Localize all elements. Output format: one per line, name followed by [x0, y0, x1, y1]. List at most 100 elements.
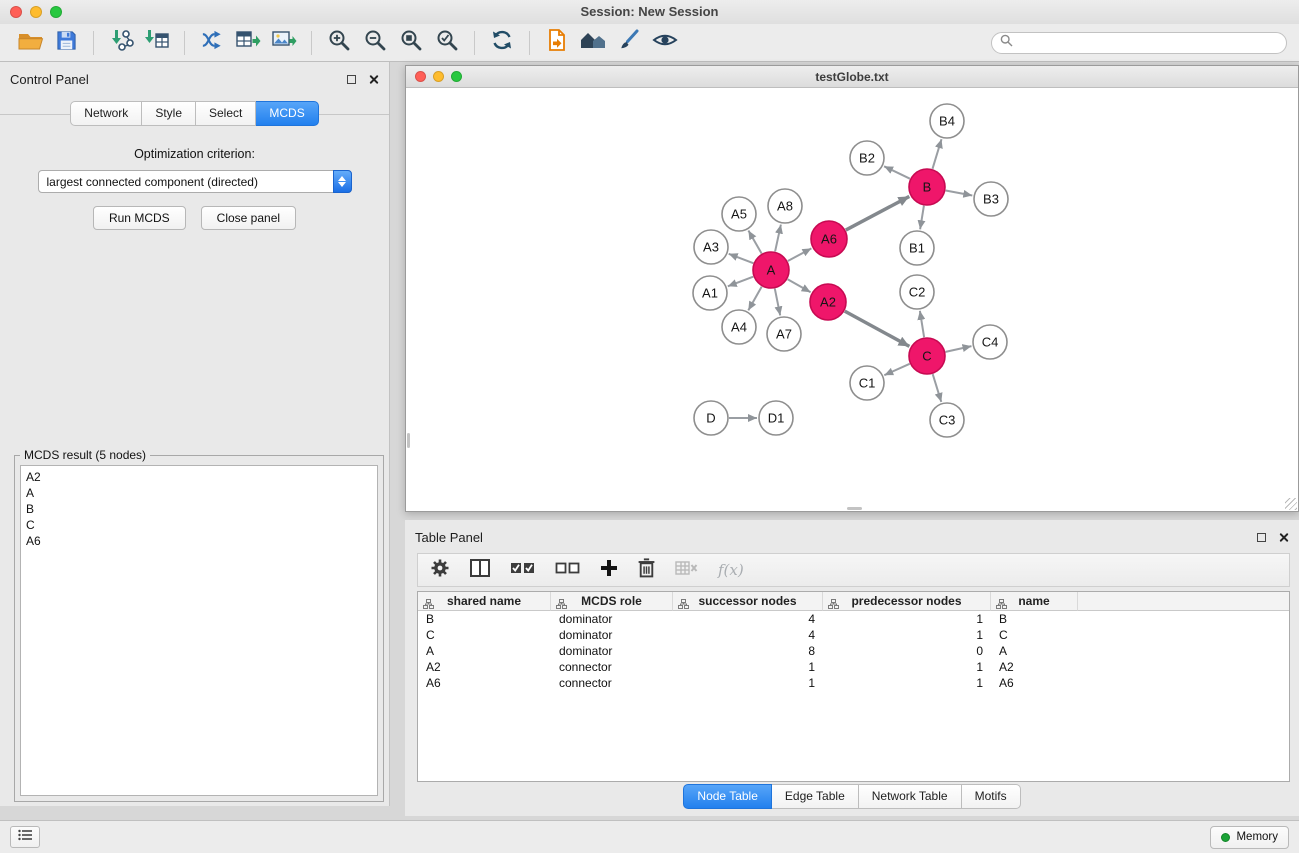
graph-node-B1[interactable]: B1	[900, 231, 934, 265]
graph-node-A7[interactable]: A7	[767, 317, 801, 351]
graph-edge-A-A8[interactable]	[775, 225, 781, 252]
table-cell[interactable]: A2	[991, 659, 1078, 675]
table-row-C[interactable]: Cdominator41C	[418, 627, 1289, 643]
table-cell[interactable]: C	[991, 627, 1078, 643]
graph-edge-A6-B[interactable]	[846, 196, 910, 230]
graph-node-C4[interactable]: C4	[973, 325, 1007, 359]
apply-layout-button[interactable]	[484, 28, 520, 58]
table-cell[interactable]: A	[991, 643, 1078, 659]
network-canvas[interactable]: B4B2BB3A8A5A6A3B1AA1C2A2A4A7C4CC1C3DD1	[406, 88, 1298, 511]
open-file-button[interactable]	[12, 28, 48, 58]
table-row-A2[interactable]: A2connector11A2	[418, 659, 1289, 675]
graph-edge-A2-C[interactable]	[845, 311, 910, 346]
graph-edge-C-C1[interactable]	[884, 364, 909, 375]
float-panel-icon[interactable]	[347, 75, 356, 84]
graph-edge-C-C3[interactable]	[933, 374, 942, 402]
column-header-successor-nodes[interactable]: successor nodes	[673, 592, 823, 611]
tab-mcds[interactable]: MCDS	[256, 101, 318, 126]
task-history-button[interactable]	[10, 826, 40, 848]
table-tab-motifs[interactable]: Motifs	[962, 784, 1021, 809]
graph-node-C1[interactable]: C1	[850, 366, 884, 400]
show-hide-button[interactable]	[647, 28, 683, 58]
tab-select[interactable]: Select	[196, 101, 256, 126]
memory-button[interactable]: Memory	[1210, 826, 1289, 849]
zoom-in-button[interactable]	[321, 28, 357, 58]
table-cell[interactable]: 4	[673, 611, 823, 627]
graph-edge-B-B2[interactable]	[884, 166, 910, 178]
graph-node-A3[interactable]: A3	[694, 230, 728, 264]
graph-node-B2[interactable]: B2	[850, 141, 884, 175]
zoom-selected-button[interactable]	[429, 28, 465, 58]
table-cell[interactable]: 8	[673, 643, 823, 659]
search-field[interactable]	[991, 32, 1287, 54]
graph-edge-A-A1[interactable]	[728, 277, 753, 287]
network-close-button[interactable]	[415, 71, 426, 82]
graph-node-C3[interactable]: C3	[930, 403, 964, 437]
table-cell[interactable]: 1	[823, 659, 991, 675]
tab-network[interactable]: Network	[70, 101, 142, 126]
table-cell[interactable]: connector	[551, 675, 673, 691]
mcds-result-list[interactable]: A2ABCA6	[20, 465, 378, 796]
export-network-button[interactable]	[194, 28, 230, 58]
export-image-button[interactable]	[266, 28, 302, 58]
table-row-A[interactable]: Adominator80A	[418, 643, 1289, 659]
graph-edge-C-C2[interactable]	[920, 311, 924, 337]
network-zoom-button[interactable]	[451, 71, 462, 82]
open-session-from-file-button[interactable]	[539, 28, 575, 58]
graph-edge-B-B4[interactable]	[933, 139, 942, 169]
table-row-A6[interactable]: A6connector11A6	[418, 675, 1289, 691]
table-cell[interactable]: 1	[823, 675, 991, 691]
graph-node-A4[interactable]: A4	[722, 310, 756, 344]
select-all-button[interactable]	[510, 560, 535, 581]
table-row-B[interactable]: Bdominator41B	[418, 611, 1289, 627]
column-header-shared-name[interactable]: shared name	[418, 592, 551, 611]
zoom-window-button[interactable]	[50, 6, 62, 18]
network-minimize-button[interactable]	[433, 71, 444, 82]
table-cell[interactable]: B	[418, 611, 551, 627]
table-cell[interactable]: 1	[673, 659, 823, 675]
graph-node-C2[interactable]: C2	[900, 275, 934, 309]
graph-edge-C-C4[interactable]	[946, 346, 972, 352]
export-table-button[interactable]	[230, 28, 266, 58]
delete-column-button[interactable]	[638, 558, 655, 583]
graph-edge-A-A7[interactable]	[775, 289, 780, 316]
table-cell[interactable]: dominator	[551, 611, 673, 627]
graph-node-B4[interactable]: B4	[930, 104, 964, 138]
table-cell[interactable]: 1	[823, 611, 991, 627]
table-cell[interactable]: A2	[418, 659, 551, 675]
column-header-predecessor-nodes[interactable]: predecessor nodes	[823, 592, 991, 611]
table-options-button[interactable]	[430, 558, 450, 583]
close-window-button[interactable]	[10, 6, 22, 18]
optimization-criterion-dropdown[interactable]: largest connected component (directed)	[38, 170, 352, 193]
graph-node-A6[interactable]: A6	[811, 221, 847, 257]
tab-style[interactable]: Style	[142, 101, 196, 126]
graph-node-A[interactable]: A	[753, 252, 789, 288]
graph-node-A5[interactable]: A5	[722, 197, 756, 231]
close-panel-button[interactable]: Close panel	[201, 206, 296, 230]
graph-node-D1[interactable]: D1	[759, 401, 793, 435]
table-cell[interactable]: dominator	[551, 627, 673, 643]
function-builder-button[interactable]: f(x)	[718, 561, 744, 579]
table-cell[interactable]: A	[418, 643, 551, 659]
network-window-titlebar[interactable]: testGlobe.txt	[406, 66, 1298, 88]
minimize-window-button[interactable]	[30, 6, 42, 18]
horizontal-scrollbar[interactable]	[847, 507, 862, 510]
zoom-out-button[interactable]	[357, 28, 393, 58]
graph-node-C[interactable]: C	[909, 338, 945, 374]
graph-node-A2[interactable]: A2	[810, 284, 846, 320]
graph-edge-A-A3[interactable]	[729, 254, 754, 263]
table-cell[interactable]: 1	[823, 627, 991, 643]
graph-node-A1[interactable]: A1	[693, 276, 727, 310]
deselect-all-button[interactable]	[555, 560, 580, 581]
table-cell[interactable]: A6	[991, 675, 1078, 691]
graph-edge-B-B1[interactable]	[920, 206, 924, 230]
column-header-MCDS-role[interactable]: MCDS role	[551, 592, 673, 611]
graph-edge-A-A5[interactable]	[748, 231, 761, 254]
graph-node-D[interactable]: D	[694, 401, 728, 435]
table-cell[interactable]: C	[418, 627, 551, 643]
table-cell[interactable]: 0	[823, 643, 991, 659]
table-cell[interactable]: connector	[551, 659, 673, 675]
graph-node-B3[interactable]: B3	[974, 182, 1008, 216]
zoom-fit-button[interactable]	[393, 28, 429, 58]
table-tab-edge-table[interactable]: Edge Table	[772, 784, 859, 809]
